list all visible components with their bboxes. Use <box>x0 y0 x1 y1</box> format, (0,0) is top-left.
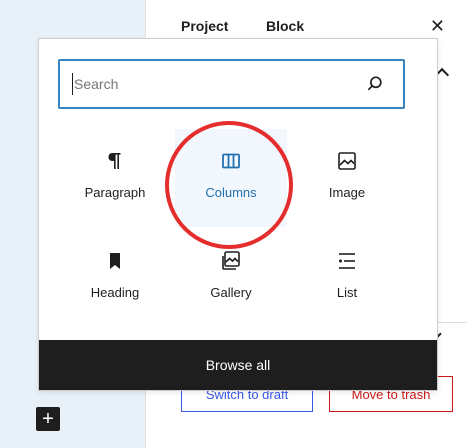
close-icon[interactable]: ✕ <box>430 16 445 37</box>
block-item-image[interactable]: Image <box>291 129 403 227</box>
search-icon <box>367 76 382 91</box>
image-icon <box>335 149 359 173</box>
browse-all-button[interactable]: Browse all <box>39 340 437 390</box>
tab-block[interactable]: Block <box>266 18 304 34</box>
search-input[interactable] <box>72 73 342 95</box>
add-block-button[interactable]: + <box>36 407 60 431</box>
heading-bookmark-icon <box>103 249 127 273</box>
block-item-heading[interactable]: Heading <box>59 229 171 327</box>
block-item-list[interactable]: List <box>291 229 403 327</box>
block-label: Heading <box>90 285 140 300</box>
block-item-paragraph[interactable]: Paragraph <box>59 129 171 227</box>
gallery-icon <box>219 249 243 273</box>
list-icon <box>335 249 359 273</box>
block-label: Gallery <box>210 285 252 300</box>
tab-project[interactable]: Project <box>181 18 228 34</box>
block-label: Paragraph <box>84 185 146 200</box>
search-box <box>58 59 405 109</box>
block-label: List <box>336 285 358 300</box>
highlight-circle <box>165 121 293 249</box>
paragraph-icon <box>103 149 127 173</box>
block-label: Image <box>328 185 366 200</box>
